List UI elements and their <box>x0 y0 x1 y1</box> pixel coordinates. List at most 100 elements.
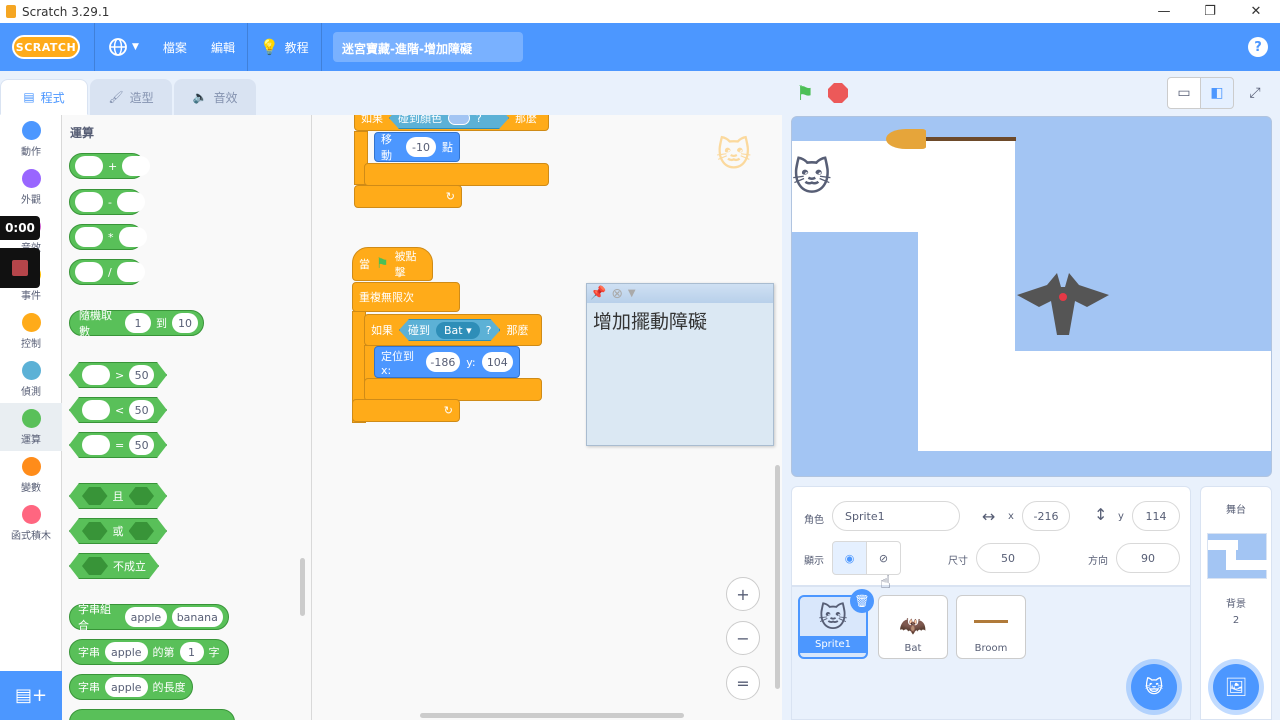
show-visible-button[interactable]: ◉ <box>832 541 867 575</box>
close-button[interactable]: ✕ <box>1233 0 1279 23</box>
tab-sounds[interactable]: 🔈 音效 <box>174 79 256 115</box>
comment-text[interactable]: 增加擺動障礙 <box>587 303 773 338</box>
block-input[interactable] <box>122 156 151 176</box>
subtract-block[interactable]: - <box>69 189 145 215</box>
tab-code[interactable]: ▤ 程式 <box>0 79 88 115</box>
language-menu[interactable]: ▼ <box>95 23 151 71</box>
block-input[interactable]: apple <box>105 677 148 697</box>
sprite-tile-broom[interactable]: Broom <box>956 595 1026 659</box>
add-extension-button[interactable]: ▤+ <box>0 671 62 720</box>
tutorials-menu[interactable]: 💡 教程 <box>248 23 321 71</box>
sprite-tile-bat[interactable]: 🦇 Bat <box>878 595 948 659</box>
if-block[interactable]: 如果 碰到顏色? 那麼 <box>354 115 549 131</box>
green-flag-button[interactable]: ⚑ <box>796 82 818 104</box>
sprite-name-input[interactable]: Sprite1 <box>832 501 960 531</box>
recording-stop-button[interactable] <box>0 248 40 288</box>
block-input[interactable]: 1 <box>179 642 204 662</box>
touching-color-block[interactable]: 碰到顏色? <box>389 115 509 129</box>
x-input[interactable]: -216 <box>1022 501 1070 531</box>
workspace-scrollbar-h[interactable] <box>420 713 684 718</box>
category-my-blocks[interactable]: 函式積木 <box>0 499 62 547</box>
block-input[interactable] <box>129 487 155 505</box>
choose-backdrop-button[interactable]: 🖼 <box>1213 664 1259 710</box>
stage-canvas[interactable]: 🐱 <box>791 116 1272 477</box>
block-input[interactable]: -10 <box>406 137 436 157</box>
restore-button[interactable]: ❐ <box>1187 0 1233 23</box>
block-input[interactable] <box>118 227 147 247</box>
block-input[interactable]: 104 <box>481 352 513 372</box>
greater-than-block[interactable]: >50 <box>69 362 167 388</box>
block-input[interactable] <box>116 262 145 282</box>
join-block[interactable]: 字串組合 apple banana <box>69 603 229 632</box>
when-flag-clicked-block[interactable]: 當 ⚑ 被點擊 <box>352 247 433 281</box>
tab-costumes[interactable]: 🖌 造型 <box>90 79 172 115</box>
add-block[interactable]: + <box>69 153 151 179</box>
block-input[interactable] <box>75 192 103 212</box>
category-sensing[interactable]: 偵測 <box>0 355 62 403</box>
stop-button[interactable] <box>828 83 848 103</box>
or-block[interactable]: 或 <box>69 518 167 544</box>
block-input[interactable] <box>75 262 103 282</box>
block-input[interactable]: apple <box>125 607 167 627</box>
zoom-reset-button[interactable]: = <box>726 666 760 700</box>
letter-of-block[interactable]: 字串 apple 的第 1 字 <box>69 639 229 665</box>
go-to-xy-block[interactable]: 定位到 x: -186 y: 104 <box>374 346 520 378</box>
size-input[interactable]: 50 <box>976 543 1040 573</box>
minimize-button[interactable]: — <box>1141 0 1187 23</box>
block-input[interactable]: -186 <box>425 352 461 372</box>
block-input[interactable] <box>82 557 108 575</box>
small-stage-button[interactable]: ▭ <box>1167 77 1201 109</box>
block-input[interactable] <box>129 522 155 540</box>
block-input[interactable]: 50 <box>129 400 154 420</box>
workspace-scrollbar-v[interactable] <box>775 465 780 689</box>
block-input[interactable]: 1 <box>125 313 151 333</box>
touching-block[interactable]: 碰到 Bat ▾ ? <box>399 319 500 341</box>
direction-input[interactable]: 90 <box>1116 543 1180 573</box>
forever-block[interactable]: 重複無限次 <box>352 282 460 312</box>
category-variables[interactable]: 變數 <box>0 451 62 499</box>
block-input[interactable]: 50 <box>129 435 154 455</box>
block-input[interactable]: 10 <box>172 313 198 333</box>
if-touching-block[interactable]: 如果 碰到 Bat ▾ ? 那麼 <box>364 314 542 346</box>
y-input[interactable]: 114 <box>1132 501 1180 531</box>
choose-sprite-button[interactable]: 😺 <box>1131 664 1177 710</box>
color-swatch[interactable] <box>448 115 470 125</box>
comment-titlebar[interactable]: 📌 ⊗ ▼ <box>587 284 773 303</box>
block-input[interactable] <box>116 192 145 212</box>
file-menu[interactable]: 檔案 <box>151 23 199 71</box>
multiply-block[interactable]: * <box>69 224 147 250</box>
show-hidden-button[interactable]: ⊘ <box>866 541 901 575</box>
chevron-down-icon[interactable]: ▼ <box>628 288 636 299</box>
block-input[interactable] <box>82 487 108 505</box>
block-input[interactable] <box>82 435 110 455</box>
palette-scrollbar[interactable] <box>300 558 305 616</box>
equals-block[interactable]: = 50 <box>69 432 167 458</box>
help-button[interactable]: ? <box>1248 37 1268 57</box>
less-than-block[interactable]: <50 <box>69 397 167 423</box>
large-stage-button[interactable]: ◧ <box>1200 77 1234 109</box>
length-block[interactable]: 字串 apple 的長度 <box>69 674 193 700</box>
move-steps-block[interactable]: 移動 -10 點 <box>374 132 460 162</box>
category-looks[interactable]: 外觀 <box>0 163 62 211</box>
delete-sprite-button[interactable]: 🗑 <box>850 589 874 613</box>
block-input[interactable] <box>75 156 103 176</box>
bat-sprite[interactable] <box>1017 265 1109 337</box>
cat-sprite[interactable]: 🐱 <box>792 155 832 199</box>
scratch-logo[interactable]: SCRATCH <box>12 35 80 59</box>
block-input[interactable]: apple <box>105 642 148 662</box>
category-operators[interactable]: 運算 <box>0 403 62 451</box>
mod-block[interactable] <box>69 709 235 720</box>
sprite-dropdown[interactable]: Bat ▾ <box>436 322 480 339</box>
block-input[interactable]: banana <box>171 607 223 627</box>
block-input[interactable] <box>82 400 110 420</box>
zoom-in-button[interactable]: + <box>726 577 760 611</box>
block-input[interactable]: 50 <box>129 365 154 385</box>
block-input[interactable] <box>82 365 110 385</box>
random-block[interactable]: 隨機取數 1 到 10 <box>69 309 204 338</box>
workspace-comment[interactable]: 📌 ⊗ ▼ 增加擺動障礙 <box>586 283 774 446</box>
category-motion[interactable]: 動作 <box>0 115 62 163</box>
delete-comment-icon[interactable]: ⊗ <box>611 286 623 302</box>
project-title-input[interactable]: 迷宮寶藏-進階-增加障礙 <box>333 32 523 62</box>
category-control[interactable]: 控制 <box>0 307 62 355</box>
block-input[interactable] <box>82 522 108 540</box>
